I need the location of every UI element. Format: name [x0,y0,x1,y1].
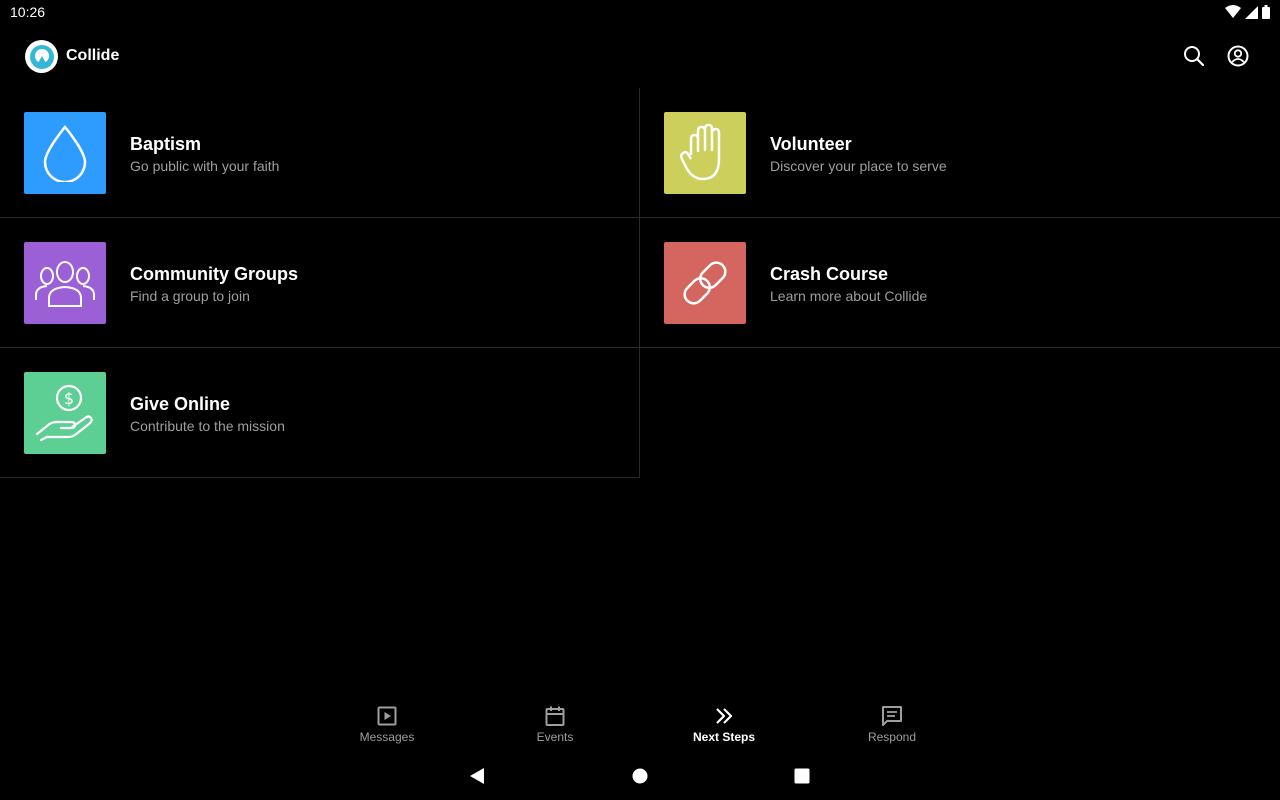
nav-label: Respond [867,730,917,744]
card-subtitle: Learn more about Collide [770,288,928,304]
bottom-nav: Messages Events Next Steps Respond [0,700,1280,750]
cell-signal-icon [1245,5,1258,19]
card-give-online[interactable]: $ Give Online Contribute to the mission [0,348,640,478]
card-title: Crash Course [770,264,889,284]
status-bar: 10:26 [0,0,1280,24]
nav-label: Messages [359,730,415,744]
app-title: Collide [66,47,120,64]
search-icon[interactable] [1182,44,1206,68]
wifi-icon [1225,5,1241,19]
play-icon [375,704,399,728]
double-chevron-icon [712,704,736,728]
status-time: 10:26 [10,4,46,20]
app-bar: Collide [0,32,1280,80]
status-icons [1225,5,1270,19]
card-title: Volunteer [770,134,852,154]
calendar-icon [543,704,567,728]
card-community-groups[interactable]: Community Groups Find a group to join [0,218,640,348]
recents-icon[interactable] [792,766,812,786]
link-icon [664,242,746,324]
card-subtitle: Contribute to the mission [130,418,285,434]
nav-events[interactable]: Events [505,704,605,748]
card-subtitle: Find a group to join [130,288,250,304]
card-title: Community Groups [130,264,299,284]
nav-messages[interactable]: Messages [337,704,437,748]
nav-label: Next Steps [692,730,756,744]
hand-icon [664,112,746,194]
svg-text:$: $ [64,389,74,408]
battery-icon [1262,5,1270,19]
give-money-icon: $ [24,372,106,454]
card-subtitle: Discover your place to serve [770,158,947,174]
water-drop-icon [24,112,106,194]
back-icon[interactable] [467,766,487,786]
collide-logo-icon[interactable] [25,40,58,73]
nav-next-steps[interactable]: Next Steps [674,704,774,748]
card-title: Baptism [130,134,202,154]
card-volunteer[interactable]: Volunteer Discover your place to serve [640,88,1280,218]
card-crash-course[interactable]: Crash Course Learn more about Collide [640,218,1280,348]
group-icon [24,242,106,324]
nav-label: Events [536,730,574,744]
nav-respond[interactable]: Respond [842,704,942,748]
card-baptism[interactable]: Baptism Go public with your faith [0,88,640,218]
card-title: Give Online [130,394,231,414]
system-nav [0,752,1280,800]
home-icon[interactable] [630,766,650,786]
message-icon [880,704,904,728]
card-subtitle: Go public with your faith [130,158,280,174]
account-icon[interactable] [1226,44,1250,68]
